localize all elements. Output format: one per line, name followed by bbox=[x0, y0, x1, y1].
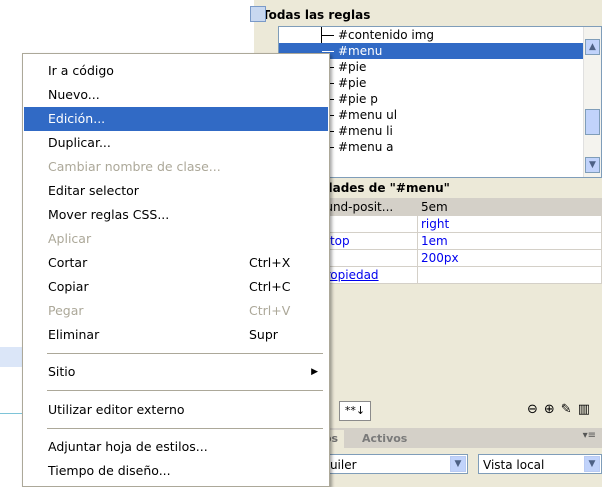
property-row[interactable]: ound-posit... 5em bbox=[314, 198, 602, 216]
menu-separator bbox=[47, 428, 323, 429]
menu-item-duplicate[interactable]: Duplicar... bbox=[24, 131, 328, 155]
shortcut-label: Ctrl+X bbox=[249, 255, 291, 270]
show-set-properties-button[interactable]: **↓ bbox=[339, 401, 371, 421]
link-icon[interactable]: ⊖ bbox=[527, 402, 544, 417]
menu-item-new[interactable]: Nuevo... bbox=[24, 83, 328, 107]
properties-toolbar: z↓ **↓ ⊖⊕✎▥ bbox=[314, 400, 602, 422]
new-rule-icon[interactable]: ⊕ bbox=[544, 402, 561, 417]
delete-icon[interactable]: ▥ bbox=[578, 402, 596, 417]
menu-item-cut[interactable]: Cortar Ctrl+X bbox=[24, 251, 328, 275]
rule-item[interactable]: #contenido img bbox=[279, 27, 601, 43]
all-rules-header: Todas las reglas bbox=[250, 6, 602, 24]
menu-item-site[interactable]: Sitio ▶ bbox=[24, 360, 328, 384]
site-selectors: lquiler ▼ Vista local ▼ bbox=[314, 454, 602, 476]
menu-item-design-time[interactable]: Tiempo de diseño... bbox=[24, 459, 328, 483]
scroll-up-icon[interactable]: ▲ bbox=[585, 39, 600, 55]
menu-item-go-to-code[interactable]: Ir a código bbox=[24, 59, 328, 83]
menu-separator bbox=[47, 390, 323, 391]
background-fragment bbox=[0, 413, 22, 414]
menu-item-paste: Pegar Ctrl+V bbox=[24, 299, 328, 323]
menu-item-rename-class: Cambiar nombre de clase... bbox=[48, 159, 221, 174]
menu-item-edit[interactable]: Edición... bbox=[24, 107, 328, 131]
chevron-down-icon[interactable]: ▼ bbox=[584, 456, 600, 472]
view-select[interactable]: Vista local ▼ bbox=[478, 454, 602, 474]
chevron-down-icon[interactable]: ▼ bbox=[450, 456, 466, 472]
submenu-arrow-icon: ▶ bbox=[311, 367, 318, 377]
rules-scrollbar[interactable]: ▲ ▼ bbox=[583, 27, 601, 177]
add-property-row[interactable]: propiedad bbox=[314, 266, 602, 284]
properties-table[interactable]: ound-posit... 5em right g-top 1em 200px … bbox=[314, 198, 602, 284]
panel-collapse-icon[interactable] bbox=[250, 6, 266, 22]
site-select[interactable]: lquiler ▼ bbox=[314, 454, 468, 474]
shortcut-label: Ctrl+V bbox=[249, 303, 291, 318]
panel-options-icon[interactable]: ▾≡ bbox=[583, 430, 596, 441]
property-row[interactable]: 200px bbox=[314, 249, 602, 267]
menu-item-move-css-rules[interactable]: Mover reglas CSS... bbox=[24, 203, 328, 227]
menu-item-apply: Aplicar bbox=[48, 231, 92, 246]
property-row[interactable]: g-top 1em bbox=[314, 232, 602, 250]
shortcut-label: Supr bbox=[249, 327, 278, 342]
property-row[interactable]: right bbox=[314, 215, 602, 233]
panel-tool-icons: ⊖⊕✎▥ bbox=[527, 402, 596, 417]
menu-item-external-editor[interactable]: Utilizar editor externo bbox=[24, 398, 328, 422]
context-menu: Ir a código Nuevo... Edición... Duplicar… bbox=[22, 53, 330, 487]
edit-icon[interactable]: ✎ bbox=[561, 402, 578, 417]
background-fragment bbox=[0, 347, 22, 367]
files-tabs: os Activos ▾≡ bbox=[314, 428, 602, 448]
menu-item-copy[interactable]: Copiar Ctrl+C bbox=[24, 275, 328, 299]
scroll-down-icon[interactable]: ▼ bbox=[585, 157, 600, 173]
menu-item-edit-selector[interactable]: Editar selector bbox=[24, 179, 328, 203]
all-rules-label: Todas las reglas bbox=[262, 8, 371, 22]
menu-item-attach-stylesheet[interactable]: Adjuntar hoja de estilos... bbox=[24, 435, 328, 459]
tab-activos[interactable]: Activos bbox=[356, 430, 413, 448]
menu-item-delete[interactable]: Eliminar Supr bbox=[24, 323, 328, 347]
scroll-thumb[interactable] bbox=[585, 109, 600, 135]
menu-separator bbox=[47, 353, 323, 354]
shortcut-label: Ctrl+C bbox=[249, 279, 291, 294]
